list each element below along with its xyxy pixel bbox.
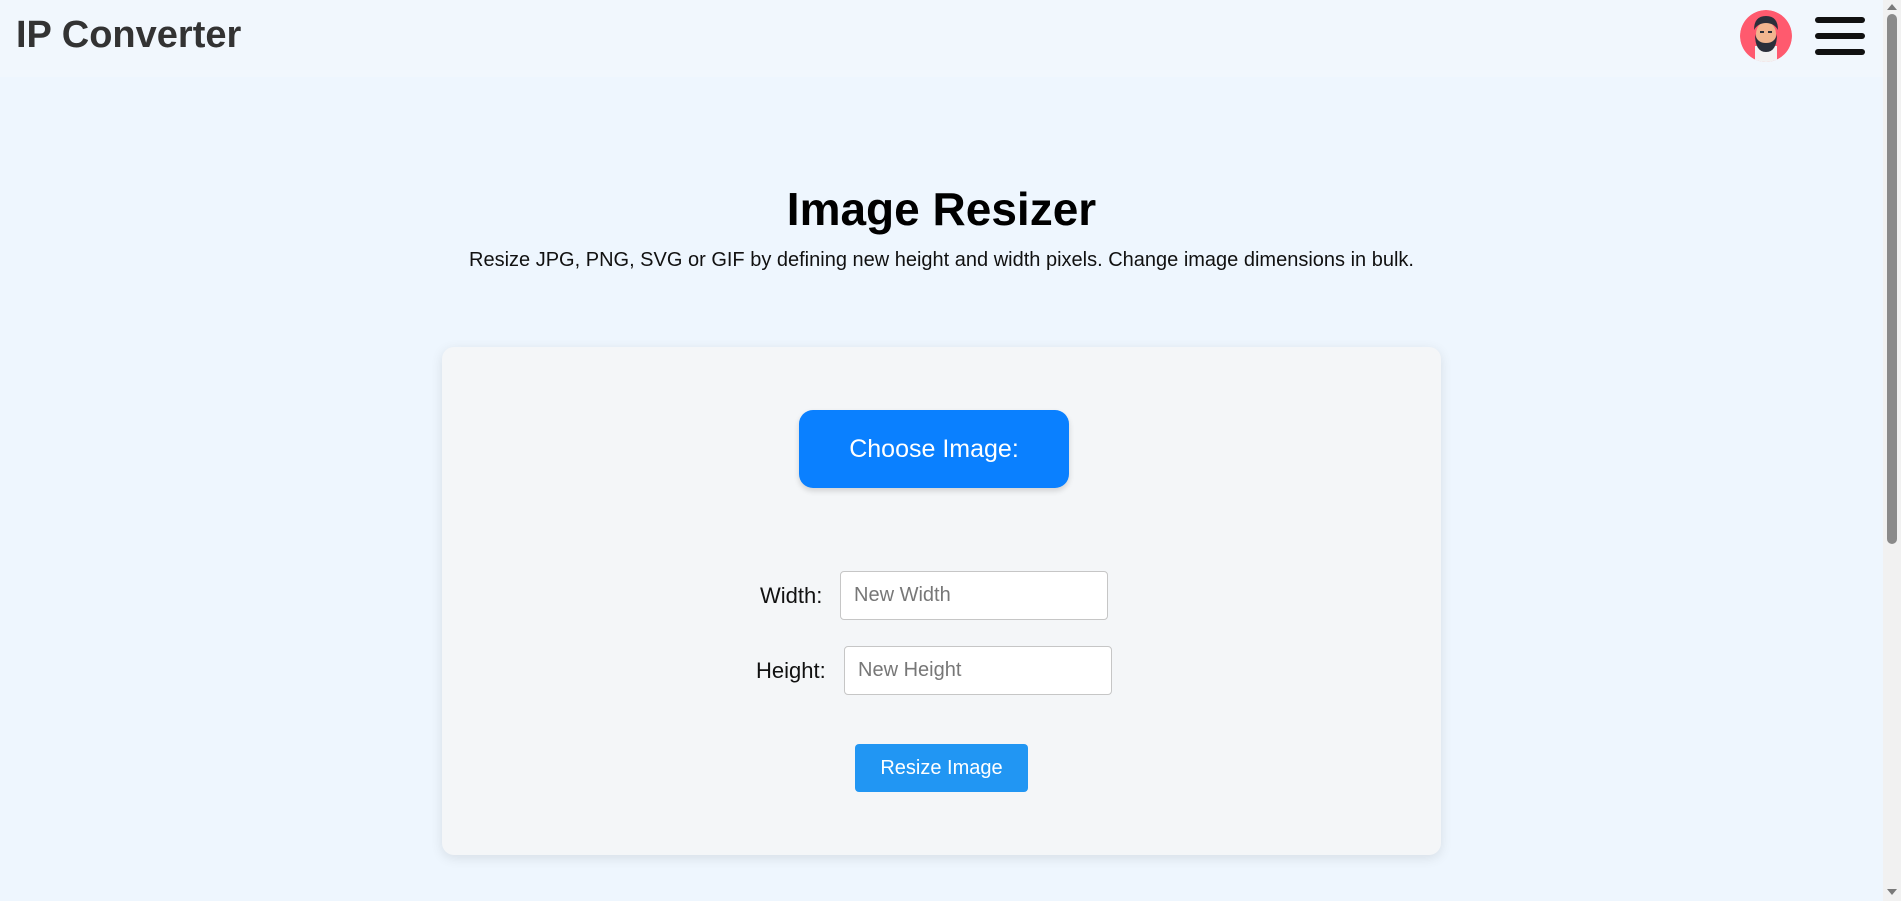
resize-image-button[interactable]: Resize Image <box>855 744 1028 792</box>
page-scrollbar[interactable] <box>1883 0 1901 901</box>
resize-form-card: Choose Image: Width: Height: Resize Imag… <box>442 347 1441 855</box>
scrollbar-thumb[interactable] <box>1887 14 1897 544</box>
choose-image-button[interactable]: Choose Image: <box>799 410 1069 488</box>
bearded-man-avatar-icon <box>1740 10 1792 62</box>
top-bar: IP Converter <box>0 0 1883 77</box>
height-label: Height: <box>756 658 826 683</box>
page-subtitle: Resize JPG, PNG, SVG or GIF by defining … <box>469 249 1414 271</box>
width-label: Width: <box>760 583 823 608</box>
user-avatar-icon[interactable] <box>1740 10 1792 62</box>
width-input[interactable] <box>840 571 1108 620</box>
height-input[interactable] <box>844 646 1112 695</box>
scroll-up-arrow-icon[interactable] <box>1887 4 1897 10</box>
hamburger-menu-icon[interactable] <box>1815 15 1865 57</box>
page-title: Image Resizer <box>786 183 1097 235</box>
scroll-down-arrow-icon[interactable] <box>1887 889 1897 895</box>
brand-title[interactable]: IP Converter <box>16 14 241 57</box>
